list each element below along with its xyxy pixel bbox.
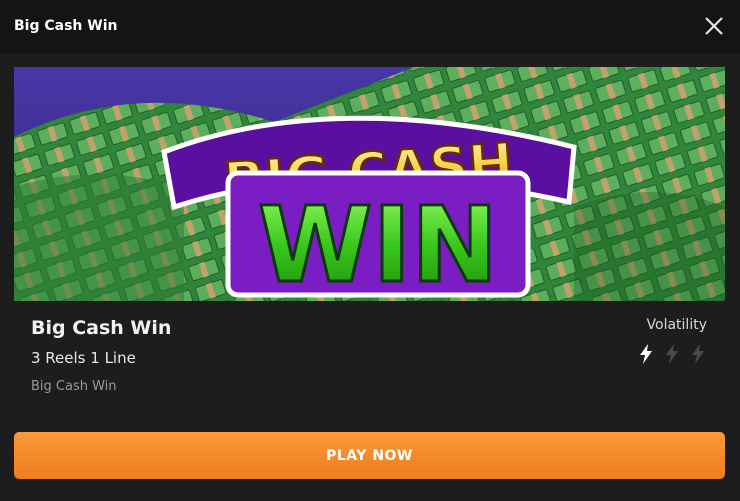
modal-header: Big Cash Win (0, 0, 740, 54)
game-title: Big Cash Win (31, 317, 172, 339)
close-icon[interactable] (704, 16, 724, 36)
game-banner-image[interactable]: BIG CASH WIN (14, 67, 725, 301)
lightning-icon (692, 344, 704, 364)
game-info: Big Cash Win 3 Reels 1 Line Big Cash Win (31, 316, 171, 395)
modal-title: Big Cash Win (14, 18, 118, 34)
volatility-indicator: Volatility (607, 316, 707, 365)
volatility-label: Volatility (646, 317, 707, 333)
svg-text:WIN: WIN (258, 184, 498, 301)
game-provider: Big Cash Win (31, 379, 117, 394)
lightning-icon (640, 344, 652, 364)
game-subtitle: 3 Reels 1 Line (31, 349, 136, 367)
volatility-icons (607, 343, 707, 365)
banner-title-bottom: WIN (225, 170, 531, 301)
lightning-icon (666, 344, 678, 364)
play-now-button[interactable]: PLAY NOW (14, 432, 725, 479)
